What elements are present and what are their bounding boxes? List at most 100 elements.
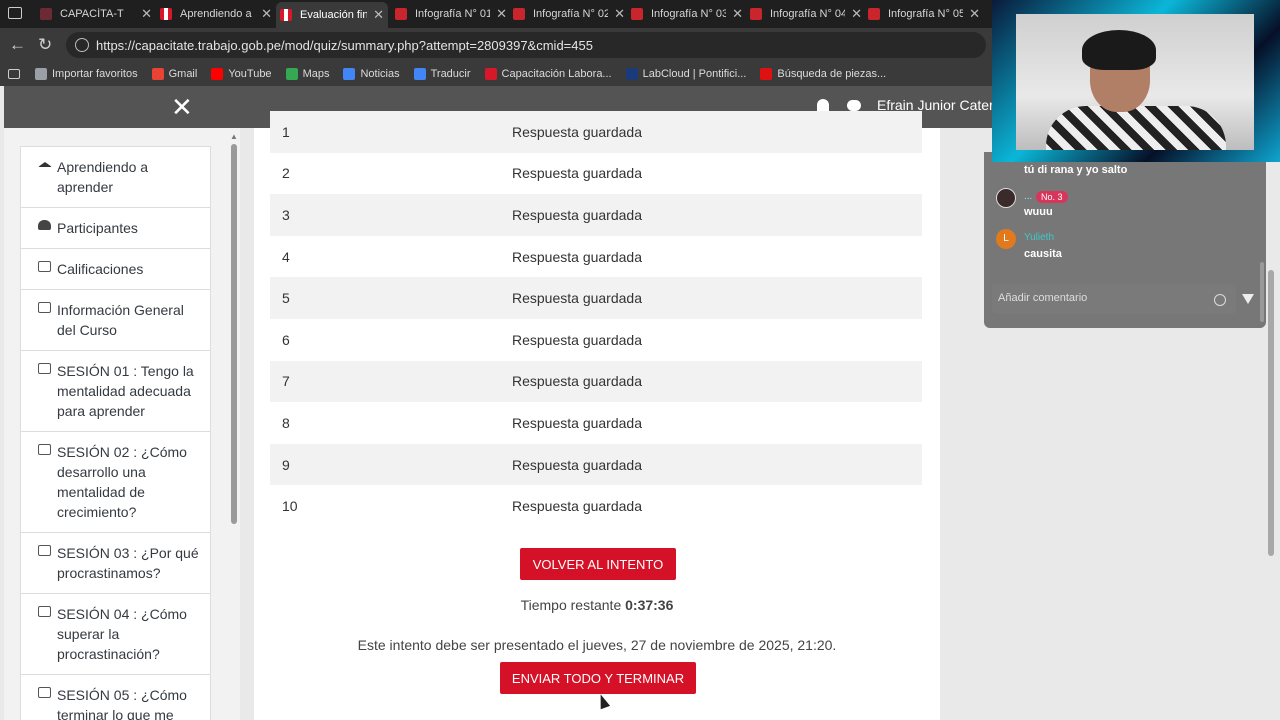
return-to-attempt-button[interactable]: VOLVER AL INTENTO — [520, 548, 676, 580]
question-number[interactable]: 6 — [270, 332, 512, 348]
question-number[interactable]: 1 — [270, 124, 512, 140]
browser-tab[interactable]: Infografía N° 01 ✕ — [395, 4, 507, 24]
question-row[interactable]: 2 Respuesta guardada — [270, 153, 922, 195]
bookmark-item[interactable]: Maps — [285, 68, 329, 80]
course-nav-item[interactable]: Participantes — [21, 208, 210, 249]
page-scrollbar[interactable] — [1268, 270, 1274, 556]
add-comment-input[interactable]: Añadir comentario — [992, 284, 1236, 314]
bookmark-favicon-icon — [285, 68, 298, 80]
tab-favicon-icon — [280, 9, 292, 21]
browser-tab[interactable]: Aprendiendo a aprender ✕ — [160, 4, 272, 24]
question-number[interactable]: 5 — [270, 290, 512, 306]
bookmark-item[interactable]: Búsqueda de piezas... — [760, 68, 886, 80]
users-icon — [38, 220, 51, 230]
bookmark-label: Importar favoritos — [52, 68, 138, 80]
rank-badge: No. 3 — [1036, 191, 1068, 203]
course-nav-item[interactable]: SESIÓN 03 : ¿Por qué procrastinamos? — [21, 533, 210, 594]
folder-icon — [38, 302, 51, 313]
question-number[interactable]: 2 — [270, 165, 512, 181]
emoji-icon[interactable] — [1214, 294, 1226, 306]
url-text: https://capacitate.trabajo.gob.pe/mod/qu… — [96, 37, 593, 53]
question-row[interactable]: 4 Respuesta guardada — [270, 236, 922, 278]
chat-username: Yulieth — [1024, 232, 1055, 243]
scroll-up-arrow-icon[interactable]: ▲ — [230, 132, 238, 141]
chat-scrollbar[interactable] — [1260, 262, 1264, 322]
question-number[interactable]: 10 — [270, 498, 512, 514]
bookmark-label: Gmail — [168, 68, 198, 80]
bookmark-item[interactable]: YouTube — [211, 68, 272, 80]
close-tab-icon[interactable]: ✕ — [261, 6, 272, 22]
question-row[interactable]: 7 Respuesta guardada — [270, 360, 922, 403]
browser-tab[interactable]: Evaluación final ✕ — [276, 2, 388, 28]
course-nav-item[interactable]: SESIÓN 05 : ¿Cómo terminar lo que me — [21, 675, 210, 720]
webcam-person-hair — [1082, 30, 1156, 70]
course-nav-label: SESIÓN 03 : ¿Por qué procrastinamos? — [57, 545, 199, 581]
quiz-summary-region: 1 Respuesta guardada 2 Respuesta guardada 3 R… — [254, 111, 940, 720]
site-info-icon[interactable] — [75, 38, 89, 52]
browser-tab[interactable]: Infografía N° 03 ✕ — [631, 4, 743, 24]
close-tab-icon[interactable]: ✕ — [969, 6, 980, 22]
send-icon[interactable] — [1242, 294, 1254, 304]
close-tab-icon[interactable]: ✕ — [141, 6, 152, 22]
course-nav-item[interactable]: SESIÓN 01 : Tengo la mentalidad adecuada… — [21, 351, 210, 432]
bookmark-item[interactable]: Capacitación Labora... — [484, 68, 612, 80]
bookmark-favicon-icon — [151, 68, 164, 80]
drawer-scrollbar[interactable] — [231, 144, 237, 524]
browser-tab[interactable]: CAPACÍTA-T ✕ — [40, 4, 152, 24]
bookmark-item[interactable]: Importar favoritos — [35, 68, 138, 80]
question-row[interactable]: 9 Respuesta guardada — [270, 443, 922, 486]
close-tab-icon[interactable]: ✕ — [373, 7, 384, 23]
browser-tab[interactable]: Infografía N° 04 ✕ — [750, 4, 862, 24]
bookmark-item[interactable]: Gmail — [151, 68, 198, 80]
back-icon[interactable]: ← — [9, 35, 26, 55]
chat-avatar — [996, 188, 1016, 208]
bookmark-label: YouTube — [228, 68, 272, 80]
bookmark-label: Noticias — [360, 68, 400, 80]
reload-icon[interactable]: ↻ — [38, 35, 52, 55]
question-row[interactable]: 8 Respuesta guardada — [270, 402, 922, 444]
browser-tab[interactable]: Infografía N° 02 ✕ — [513, 4, 625, 24]
tab-favicon-icon — [513, 8, 525, 20]
course-nav-item[interactable]: Información General del Curso — [21, 290, 210, 351]
course-nav-item[interactable]: SESIÓN 04 : ¿Cómo superar la procrastina… — [21, 594, 210, 675]
submit-all-and-finish-button[interactable]: ENVIAR TODO Y TERMINAR — [500, 662, 696, 694]
course-nav-item[interactable]: Aprendiendo a aprender — [21, 147, 210, 208]
question-number[interactable]: 9 — [270, 457, 512, 473]
time-remaining-label: Tiempo restante — [520, 597, 622, 613]
question-number[interactable]: 8 — [270, 415, 512, 431]
folder-icon — [38, 687, 51, 698]
question-row[interactable]: 3 Respuesta guardada — [270, 194, 922, 236]
course-nav-label: Aprendiendo a aprender — [57, 159, 149, 195]
bookmark-item[interactable]: Traducir — [413, 68, 471, 80]
question-status: Respuesta guardada — [512, 248, 642, 265]
close-tab-icon[interactable]: ✕ — [732, 6, 743, 22]
question-number[interactable]: 7 — [270, 373, 512, 389]
close-tab-icon[interactable]: ✕ — [614, 6, 625, 22]
course-nav-item[interactable]: Calificaciones — [21, 249, 210, 290]
question-row[interactable]: 1 Respuesta guardada — [270, 111, 922, 153]
bookmark-favicon-icon — [625, 68, 638, 80]
question-number[interactable]: 4 — [270, 249, 512, 265]
address-bar[interactable]: https://capacitate.trabajo.gob.pe/mod/qu… — [66, 32, 986, 58]
course-nav-item[interactable]: SESIÓN 02 : ¿Cómo desarrollo una mentali… — [21, 432, 210, 533]
quiz-summary-table: 1 Respuesta guardada 2 Respuesta guardada 3 R… — [270, 111, 922, 527]
bookmark-item[interactable]: Noticias — [343, 68, 400, 80]
close-tab-icon[interactable]: ✕ — [851, 6, 862, 22]
close-tab-icon[interactable]: ✕ — [496, 6, 507, 22]
course-nav-drawer: Aprendiendo a aprender Participantes Calif… — [4, 128, 240, 720]
attempt-due-notice: Este intento debe ser presentado el juev… — [357, 637, 837, 653]
close-drawer-icon[interactable]: ✕ — [171, 92, 193, 122]
messages-icon[interactable] — [847, 100, 861, 111]
question-row[interactable]: 5 Respuesta guardada — [270, 277, 922, 319]
tab-favicon-icon — [395, 8, 407, 20]
course-nav-label: Participantes — [57, 220, 138, 236]
question-row[interactable]: 6 Respuesta guardada — [270, 319, 922, 361]
browser-tab[interactable]: Infografía N° 05 ✕ — [868, 4, 980, 24]
bookmarks-menu-icon[interactable] — [8, 69, 25, 79]
tab-search-icon[interactable] — [8, 7, 22, 19]
bookmark-favicon-icon — [343, 68, 356, 80]
bookmark-item[interactable]: LabCloud | Pontifici... — [625, 68, 746, 80]
question-row[interactable]: 10 Respuesta guardada — [270, 485, 922, 527]
folder-icon — [38, 363, 51, 374]
question-number[interactable]: 3 — [270, 207, 512, 223]
